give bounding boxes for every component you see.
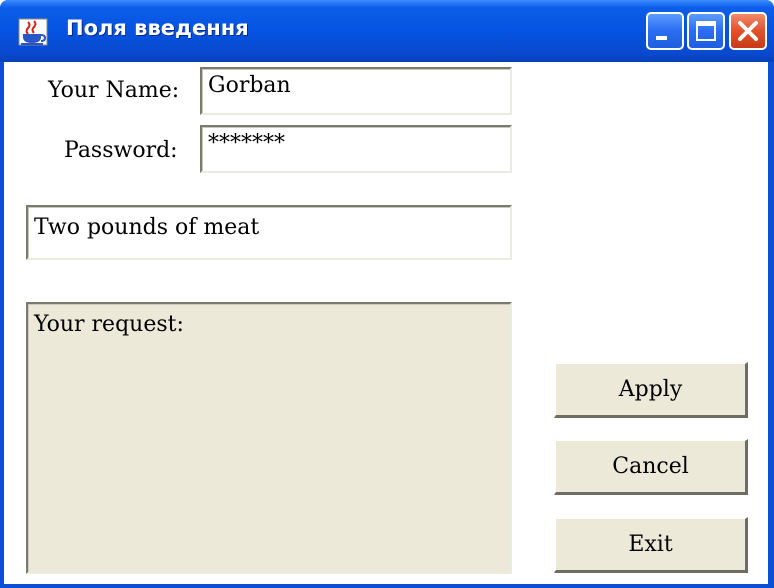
minimize-button[interactable] [646,12,684,50]
title-bar[interactable]: Поля введення [0,0,774,62]
exit-button[interactable]: Exit [554,517,748,573]
name-label: Your Name: [48,78,180,103]
password-label: Password: [64,138,178,163]
request-text-area[interactable]: Your request: [26,302,512,574]
java-cup-icon [18,18,48,46]
password-input[interactable]: ******* [200,125,512,173]
maximize-icon [696,21,716,41]
client-area: Your Name: Gorban Password: ******* Two … [4,62,768,584]
maximize-button[interactable] [687,12,725,50]
close-icon [738,21,758,41]
app-window: Поля введення Your Name: Gorban Password… [0,0,774,588]
window-title: Поля введення [66,16,249,40]
apply-button[interactable]: Apply [554,362,748,418]
close-button[interactable] [729,12,767,50]
name-input[interactable]: Gorban [200,67,512,115]
text-input[interactable]: Two pounds of meat [26,205,512,260]
cancel-button[interactable]: Cancel [554,439,748,495]
minimize-icon [656,36,667,40]
